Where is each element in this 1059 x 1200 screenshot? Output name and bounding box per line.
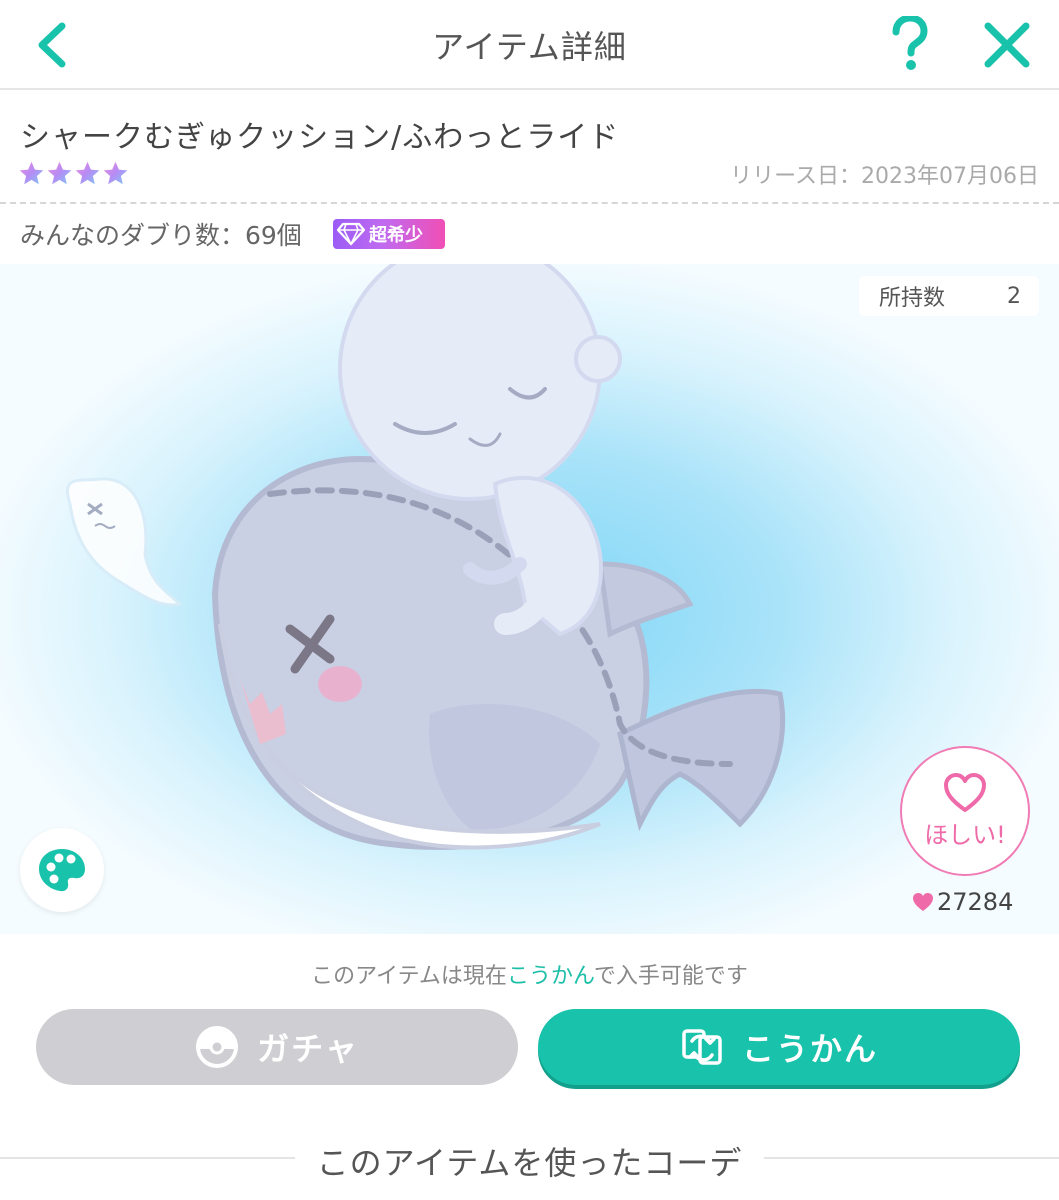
coordinate-section-header: このアイテムを使ったコーデ xyxy=(0,1138,1059,1182)
heart-outline-icon xyxy=(944,772,986,812)
exchange-label: こうかん xyxy=(741,1030,878,1068)
exchange-icon xyxy=(682,1029,722,1065)
owned-count: 2 xyxy=(1007,283,1021,309)
star-icon xyxy=(103,161,128,185)
gacha-button[interactable]: ガチャ xyxy=(36,1009,518,1085)
rarity-stars xyxy=(18,160,129,188)
availability-highlight: こうかん xyxy=(506,964,594,989)
owned-label: 所持数 xyxy=(879,286,946,311)
want-label: ほしい! xyxy=(924,820,1006,849)
owned-count-badge: 所持数 2 xyxy=(859,276,1039,316)
duplicate-row: みんなのダブり数：69個 超希少 xyxy=(0,206,1059,262)
availability-prefix: このアイテムは現在 xyxy=(311,964,507,989)
heart-icon xyxy=(913,893,933,911)
exchange-button[interactable]: こうかん xyxy=(538,1009,1020,1085)
close-icon[interactable] xyxy=(982,20,1032,70)
star-icon xyxy=(75,161,100,185)
star-icon xyxy=(19,161,44,185)
header-bar: アイテム詳細 xyxy=(0,0,1059,90)
gacha-label: ガチャ xyxy=(257,1030,359,1068)
item-info: シャークむぎゅクッション/ふわっとライド リリース日：2023年07月06日 xyxy=(0,92,1059,204)
item-name: シャークむぎゅクッション/ふわっとライド xyxy=(20,120,620,155)
item-preview: 所持数 2 ほしい! 27284 xyxy=(0,264,1059,934)
want-button[interactable]: ほしい! xyxy=(900,746,1030,876)
palette-icon xyxy=(39,849,85,892)
ghost-decoration xyxy=(65,477,183,607)
availability-suffix: で入手可能です xyxy=(593,964,748,989)
rarity-badge-label: 超希少 xyxy=(369,225,423,246)
duplicate-count: みんなのダブり数：69個 xyxy=(20,221,302,250)
gacha-capsule-icon xyxy=(196,1026,239,1068)
section-title: このアイテムを使ったコーデ xyxy=(0,1138,1059,1184)
likes-count: 27284 xyxy=(912,888,1013,916)
item-illustration xyxy=(65,264,786,850)
star-icon xyxy=(47,161,72,185)
likes-number: 27284 xyxy=(937,888,1014,916)
diamond-icon xyxy=(337,222,365,246)
section-title-label: このアイテムを使ったコーデ xyxy=(294,1144,765,1182)
color-variation-button[interactable] xyxy=(20,828,104,912)
help-icon[interactable] xyxy=(888,16,932,72)
rarity-badge: 超希少 xyxy=(333,219,445,249)
availability-text: このアイテムは現在こうかんで入手可能です xyxy=(0,958,1059,990)
release-date: リリース日：2023年07月06日 xyxy=(730,164,1039,189)
